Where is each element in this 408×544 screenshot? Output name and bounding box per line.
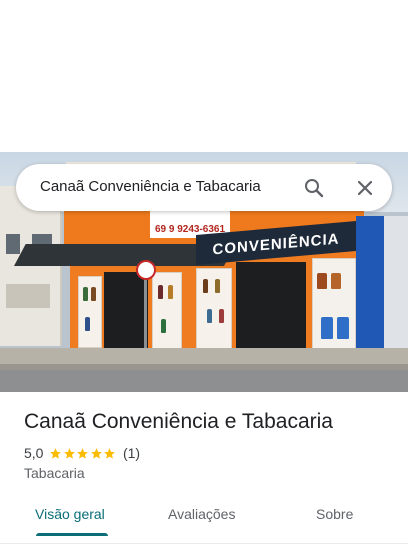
tab-overview[interactable]: Visão geral [35,506,105,522]
star-icon [91,447,102,459]
star-icon [64,447,75,459]
photo-poster [152,272,182,352]
photo-window [6,234,20,254]
photo-bottle [158,285,163,299]
photo-bottle [215,279,220,293]
place-category[interactable]: Tabacaria [24,465,85,481]
search-bar[interactable]: Canaã Conveniência e Tabacaria [16,164,392,211]
photo-bottle [83,287,88,301]
search-icon[interactable] [302,176,326,200]
photo-product [331,273,341,289]
star-icon [104,447,116,459]
rating-value: 5,0 [24,445,44,461]
active-tab-indicator [36,533,108,536]
rating-row[interactable]: 5,0 (1) [24,444,140,462]
photo-poster [196,268,232,352]
photo-water-jug [337,317,349,339]
tab-reviews[interactable]: Avaliações [168,506,235,522]
photo-bottle [203,279,208,293]
photo-right-wall [384,216,408,366]
photo-poster [78,276,102,348]
photo-bottle [168,285,173,299]
star-icon [50,447,62,459]
photo-water-jug [321,317,333,339]
rating-stars [49,447,117,460]
photo-poster [312,258,356,354]
tab-about[interactable]: Sobre [316,506,353,522]
photo-product [317,273,327,289]
tab-bar: Visão geral Avaliações Sobre [0,496,408,544]
star-icon [77,447,89,459]
photo-road [0,370,408,392]
photo-bottle [91,287,96,301]
search-query-text[interactable]: Canaã Conveniência e Tabacaria [40,178,261,195]
place-title: Canaã Conveniência e Tabacaria [24,410,333,433]
photo-bottle [219,309,224,323]
photo-door [104,272,148,350]
photo-bottle [161,319,166,333]
photo-blue-pillar [356,216,384,366]
photo-bottle [207,309,212,323]
photo-no-parking-sign [136,260,156,280]
photo-wall-panel [6,284,50,308]
review-count[interactable]: (1) [123,445,140,461]
photo-door [236,262,306,354]
close-icon[interactable] [353,176,377,200]
photo-bottle [85,317,90,331]
blank-header-area [0,0,408,152]
